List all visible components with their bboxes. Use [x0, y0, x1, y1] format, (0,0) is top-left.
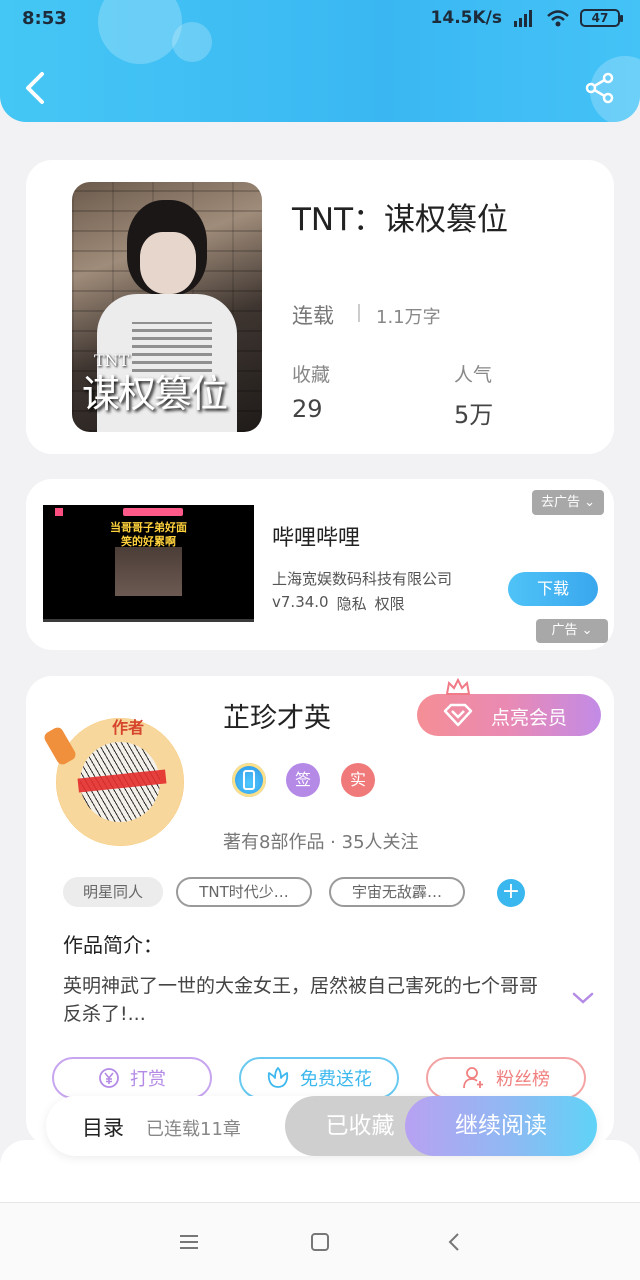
reward-button[interactable]: 打赏 — [52, 1057, 212, 1099]
author-card: 作者 芷珍才英 点亮会员 签 实 著有8部作品 · 35人关注 明星同人 TNT… — [26, 676, 614, 1146]
vip-button[interactable]: 点亮会员 — [417, 678, 601, 736]
signal-icon — [514, 10, 532, 27]
cover-figure-face — [140, 232, 196, 294]
ad-download-button[interactable]: 下载 — [508, 572, 598, 606]
signed-badge: 签 — [286, 763, 320, 797]
book-title: TNT：谋权篡位 — [292, 202, 509, 238]
user-icon — [463, 1067, 483, 1089]
author-name[interactable]: 芷珍才英 — [223, 696, 331, 735]
continue-reading-button[interactable]: 继续阅读 — [405, 1096, 597, 1156]
ad-video-progress — [43, 619, 254, 622]
wifi-icon — [547, 10, 569, 27]
ad-app-name: 哔哩哔哩 — [272, 526, 361, 551]
status-bar: 8:53 14.5K/s 47 — [20, 8, 623, 34]
top-header: 8:53 14.5K/s 47 — [0, 0, 640, 122]
book-cover[interactable]: TNT 谋权篡位 — [72, 182, 262, 432]
favorites-label: 收藏 — [292, 364, 331, 386]
status-time: 8:53 — [22, 8, 67, 29]
fans-ranking-label: 粉丝榜 — [496, 1069, 550, 1090]
yen-icon — [99, 1068, 119, 1088]
network-speed: 14.5K/s — [430, 8, 502, 28]
share-icon[interactable] — [584, 72, 616, 104]
fans-ranking-button[interactable]: 粉丝榜 — [426, 1057, 586, 1099]
ad-company: 上海宽娱数码科技有限公司 — [272, 570, 453, 588]
remove-ad-button[interactable]: 去广告 ⌄ — [532, 490, 604, 515]
tag-chip[interactable]: 明星同人 — [63, 877, 163, 907]
chevron-down-icon[interactable] — [572, 990, 594, 1006]
ad-video-scene — [115, 547, 182, 596]
ad-meta: v7.34.0 隐私 权限 — [272, 593, 405, 614]
phone-badge-icon — [232, 763, 266, 797]
vip-label: 点亮会员 — [491, 707, 568, 729]
ad-label-button[interactable]: 广告 ⌄ — [536, 619, 608, 643]
free-flower-label: 免费送花 — [300, 1069, 372, 1090]
flower-icon — [267, 1067, 289, 1088]
cover-title-art: 谋权篡位 — [82, 372, 228, 416]
book-info-card: TNT 谋权篡位 TNT：谋权篡位 连载 1.1万字 收藏 29 人气 5万 — [26, 160, 614, 454]
ad-card[interactable]: 当哥哥子弟好面 笑的好累啊 哔哩哔哩 上海宽娱数码科技有限公司 v7.34.0 … — [26, 479, 614, 650]
verified-badge: 实 — [341, 763, 375, 797]
phone-icon — [243, 770, 255, 790]
ad-video-logo — [55, 508, 63, 516]
bottom-action-bar: 目录 已连载11章 已收藏 继续阅读 — [46, 1096, 597, 1156]
ad-video[interactable]: 当哥哥子弟好面 笑的好累啊 — [43, 505, 254, 622]
favorites-value: 29 — [292, 395, 323, 423]
menu-icon[interactable] — [178, 1231, 200, 1253]
toc-button[interactable]: 目录 — [82, 1112, 124, 1142]
battery-indicator: 47 — [580, 9, 623, 27]
tag-chip[interactable]: TNT时代少… — [176, 877, 312, 907]
system-nav-bar — [0, 1202, 640, 1280]
home-icon[interactable] — [309, 1231, 331, 1253]
back-icon[interactable] — [18, 66, 52, 110]
ad-video-tag — [123, 508, 183, 516]
author-avatar[interactable]: 作者 — [42, 718, 184, 846]
divider — [358, 304, 360, 322]
add-tag-button[interactable]: + — [497, 879, 525, 907]
diamond-icon — [443, 703, 473, 727]
author-stats: 著有8部作品 · 35人关注 — [223, 832, 419, 853]
ad-permissions-link[interactable]: 权限 — [375, 593, 405, 614]
author-badge: 作者 — [112, 718, 145, 737]
back-nav-icon[interactable] — [443, 1231, 465, 1253]
chapter-count: 已连载11章 — [146, 1119, 241, 1140]
intro-text: 英明神武了一世的大金女王，居然被自己害死的七个哥哥反杀了!... — [63, 975, 539, 1025]
popularity-value: 5万 — [454, 401, 494, 429]
ad-version: v7.34.0 — [272, 593, 329, 611]
intro-title: 作品简介： — [63, 933, 163, 957]
reward-label: 打赏 — [130, 1069, 166, 1090]
popularity-label: 人气 — [454, 364, 493, 386]
book-status: 连载 — [292, 304, 334, 328]
crown-icon — [445, 678, 471, 695]
tag-chip[interactable]: 宇宙无敌霹… — [329, 877, 465, 907]
free-flower-button[interactable]: 免费送花 — [239, 1057, 399, 1099]
book-word-count: 1.1万字 — [376, 307, 441, 328]
ad-privacy-link[interactable]: 隐私 — [337, 593, 367, 614]
pen-icon — [42, 725, 78, 767]
